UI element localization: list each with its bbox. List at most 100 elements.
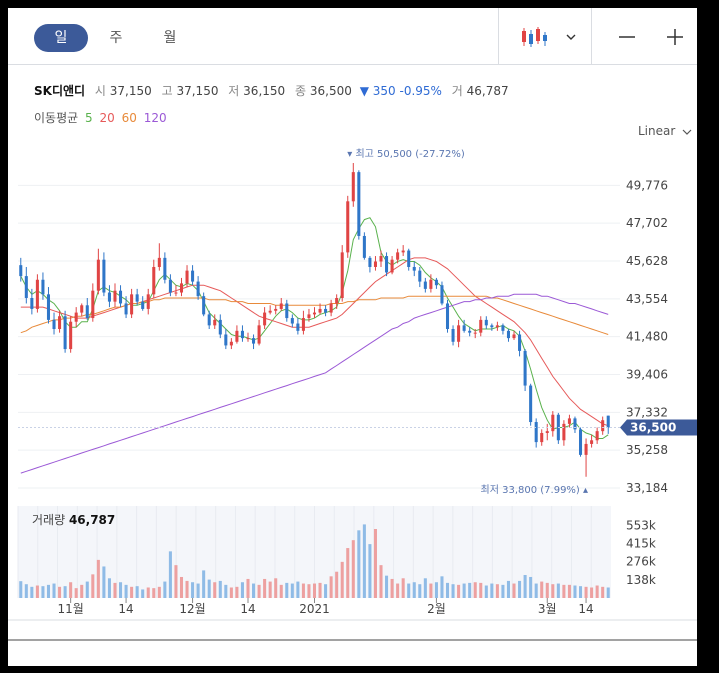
candle-body [318, 308, 322, 313]
volume-bar [335, 571, 339, 598]
volume-bar [135, 586, 139, 598]
candle [440, 281, 444, 306]
candle-body [418, 270, 422, 282]
candle [351, 163, 355, 207]
volume-bar [268, 581, 272, 598]
candle-body [74, 312, 78, 322]
candle [240, 325, 244, 342]
volume-bar [301, 583, 305, 598]
volume-bar [556, 583, 560, 598]
candle [324, 305, 328, 317]
candle [518, 330, 522, 357]
volume-bar [146, 587, 150, 598]
volume-bar [257, 584, 261, 598]
candle-body [301, 318, 305, 331]
x-tick-label: 14 [240, 602, 255, 616]
candle [551, 411, 555, 437]
volume-tick-label: 553k [626, 518, 656, 532]
candle [434, 277, 438, 289]
volume-bar [207, 579, 211, 598]
candle [58, 310, 62, 333]
candle-body [191, 270, 195, 282]
volume-bar [157, 586, 161, 598]
volume-bar [601, 586, 605, 598]
candle [107, 285, 111, 308]
candle [495, 321, 499, 331]
candle [529, 383, 533, 426]
volume-bar [457, 584, 461, 598]
volume-bar [412, 582, 416, 598]
candle-body [445, 303, 450, 330]
candle [130, 288, 134, 319]
volume-bar [107, 578, 111, 598]
volume-bar [584, 586, 588, 598]
volume-bar [290, 583, 294, 598]
volume-bar [573, 585, 577, 598]
candle-body [218, 319, 222, 335]
volume-bar [545, 582, 549, 598]
volume-bar [24, 584, 28, 598]
volume-bar [41, 586, 45, 598]
candle-body [462, 325, 466, 331]
candle-body [518, 334, 522, 351]
price-chart[interactable]: 49,776 47,702 45,628 43,554 41,480 39,406 37,3… [8, 8, 697, 666]
candle-body [240, 330, 244, 339]
candle-body [457, 325, 461, 342]
candle [257, 319, 261, 346]
x-tick-label: 12월 [179, 602, 205, 616]
min-price-annotation: 최저 33,800 (7.99%) ▴ [481, 484, 589, 496]
candle-body [490, 325, 494, 328]
candle-body [196, 281, 200, 297]
volume-bar [590, 587, 594, 598]
candle-body [91, 290, 95, 319]
candle [534, 418, 538, 448]
volume-bar [307, 584, 311, 598]
candle-body [540, 432, 544, 443]
volume-bar [96, 559, 100, 598]
candle [152, 259, 156, 298]
candle-body [146, 294, 150, 309]
candle-body [578, 429, 583, 455]
volume-bar [357, 530, 361, 598]
candle-body [562, 423, 566, 441]
stock-chart-window: 일 주 월 SK디앤디 시 37,150 고 37,150 저 36,150 종… [8, 8, 697, 666]
volume-bar [534, 583, 538, 598]
candle [191, 265, 195, 286]
volume-bar [385, 575, 389, 598]
candle [312, 307, 317, 319]
volume-bar [368, 544, 372, 598]
volume-bar [578, 586, 583, 598]
candle-body [606, 415, 610, 428]
y-tick-label: 41,480 [626, 330, 668, 344]
y-tick-label: 49,776 [626, 178, 668, 192]
volume-bar [396, 583, 400, 598]
candle [218, 314, 222, 339]
volume-bar [373, 529, 377, 598]
x-tick-label: 14 [118, 602, 133, 616]
volume-bar [191, 582, 195, 598]
candle-body [601, 420, 605, 432]
candle-body [429, 279, 433, 289]
candle-body [135, 294, 139, 302]
candle-body [141, 301, 145, 309]
volume-bar [113, 582, 117, 598]
volume-bar [440, 576, 444, 598]
candle-body [357, 172, 361, 236]
volume-bar [562, 584, 566, 598]
volume-bar [518, 580, 522, 598]
max-price-annotation: ▾ 최고 50,500 (-27.72%) [347, 148, 465, 160]
candle-body [174, 292, 178, 294]
candle [590, 434, 594, 448]
candle-body [152, 266, 156, 295]
candle [91, 283, 95, 322]
volume-bar [429, 583, 433, 598]
candle [340, 245, 344, 302]
candle [390, 256, 394, 275]
volume-bar [63, 586, 67, 598]
candle [157, 243, 161, 271]
volume-bar [445, 582, 450, 598]
y-tick-label: 43,554 [626, 292, 668, 306]
x-tick-label: 2월 [427, 602, 446, 616]
candle-body [595, 431, 599, 441]
candle-body [30, 297, 34, 309]
